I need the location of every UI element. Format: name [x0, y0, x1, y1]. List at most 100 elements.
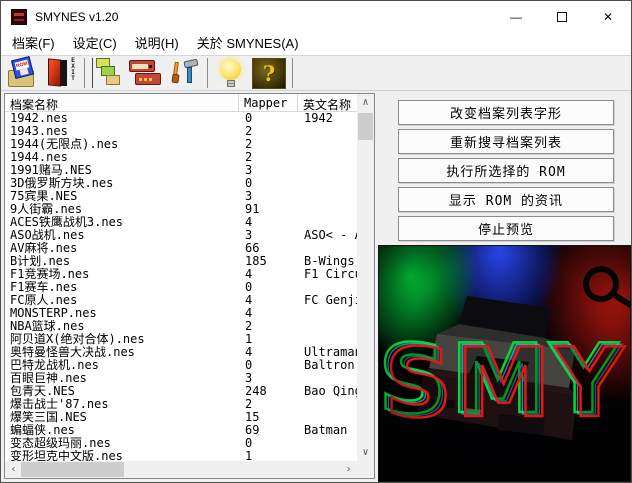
vertical-scrollbar[interactable]: ∧ ∨ [357, 94, 374, 461]
table-row[interactable]: 爆击战士'87.nes2 [5, 398, 357, 411]
cell-eng: F1 Circus [298, 268, 357, 281]
menu-item-3[interactable]: 关於 SMYNES(A) [188, 32, 308, 55]
action-button-0[interactable]: 改变档案列表字形 [398, 100, 614, 125]
cell-name: 变态超级玛丽.nes [5, 437, 239, 450]
cell-eng [298, 203, 357, 216]
table-row[interactable]: NBA篮球.nes2 [5, 320, 357, 333]
rom-floppy-icon: ROM [7, 58, 39, 88]
cell-name: 1991赌马.NES [5, 164, 239, 177]
vertical-scroll-thumb[interactable] [358, 113, 373, 140]
table-row[interactable]: 1943.nes2 [5, 125, 357, 138]
column-header-english[interactable]: 英文名称 [298, 94, 357, 111]
table-row[interactable]: ASO战机.nes3ASO< - Ar [5, 229, 357, 242]
table-row[interactable]: ACES铁鹰战机3.nes4 [5, 216, 357, 229]
cell-name: 1944.nes [5, 151, 239, 164]
cell-name: MONSTERP.nes [5, 307, 239, 320]
cell-name: 9人街霸.nes [5, 203, 239, 216]
cell-name: 奥特曼怪兽大决战.nes [5, 346, 239, 359]
question-mark-icon: ? [252, 58, 286, 89]
action-button-2[interactable]: 执行所选择的 ROM [398, 158, 614, 183]
menu-item-2[interactable]: 说明(H) [126, 32, 188, 55]
tools-icon [168, 58, 200, 88]
cell-map: 1 [239, 450, 298, 461]
caption-buttons: — ✕ [493, 1, 631, 32]
cell-eng: Batman [298, 424, 357, 437]
cell-eng [298, 320, 357, 333]
toolbar: ROM E X I T [1, 56, 631, 91]
cell-name: ACES铁鹰战机3.nes [5, 216, 239, 229]
table-row[interactable]: 奥特曼怪兽大决战.nes4Ultraman [5, 346, 357, 359]
cell-eng [298, 333, 357, 346]
light-bulb-icon [216, 58, 246, 88]
scroll-left-icon[interactable]: ‹ [5, 461, 22, 478]
table-row[interactable]: 包青天.NES248Bao Qing [5, 385, 357, 398]
cell-name: NBA篮球.nes [5, 320, 239, 333]
table-row[interactable]: B计划.nes185B-Wings [5, 255, 357, 268]
settings-button[interactable] [165, 57, 203, 90]
table-row[interactable]: 75宾果.NES3 [5, 190, 357, 203]
close-button[interactable]: ✕ [585, 1, 631, 32]
preview-toggle-button[interactable] [212, 57, 250, 90]
table-row[interactable]: 1991赌马.NES3 [5, 164, 357, 177]
cell-eng [298, 138, 357, 151]
run-console-button[interactable] [127, 57, 165, 90]
menu-item-1[interactable]: 设定(C) [64, 32, 126, 55]
cell-eng [298, 437, 357, 450]
table-row[interactable]: 3D俄罗斯方块.nes0 [5, 177, 357, 190]
table-row[interactable]: 变形坦克中文版.nes1 [5, 450, 357, 461]
exit-button[interactable]: E X I T [42, 57, 80, 90]
table-row[interactable]: 百眼巨神.nes3 [5, 372, 357, 385]
about-button[interactable]: ? [250, 57, 288, 90]
table-row[interactable]: 9人街霸.nes91 [5, 203, 357, 216]
famicom-console-icon [129, 58, 163, 88]
column-header-filename[interactable]: 档案名称 [5, 94, 239, 111]
scroll-up-icon[interactable]: ∧ [357, 94, 374, 111]
cell-eng [298, 411, 357, 424]
cell-name: F1赛车.nes [5, 281, 239, 294]
table-row[interactable]: 1944(无限点).nes2 [5, 138, 357, 151]
folder-tree-icon [92, 58, 124, 88]
table-row[interactable]: F1赛车.nes0 [5, 281, 357, 294]
table-row[interactable]: 1942.nes01942 [5, 112, 357, 125]
minimize-button[interactable]: — [493, 1, 539, 32]
cell-eng [298, 242, 357, 255]
column-header-mapper[interactable]: Mapper [239, 94, 298, 111]
file-list-rows: 1942.nes019421943.nes21944(无限点).nes21944… [5, 112, 357, 461]
cell-name: 75宾果.NES [5, 190, 239, 203]
toolbar-separator [207, 58, 208, 88]
table-row[interactable]: FC原人.nes4FC Genjin [5, 294, 357, 307]
table-row[interactable]: 爆笑三国.NES15 [5, 411, 357, 424]
action-button-1[interactable]: 重新搜寻档案列表 [398, 129, 614, 154]
table-row[interactable]: 变态超级玛丽.nes0 [5, 437, 357, 450]
cell-name: 3D俄罗斯方块.nes [5, 177, 239, 190]
table-row[interactable]: 巴特龙战机.nes0Baltron [5, 359, 357, 372]
titlebar: SMYNES v1.20 — ✕ [1, 1, 631, 32]
maximize-button[interactable] [539, 1, 585, 32]
table-row[interactable]: 蝙蝠侠.nes69Batman [5, 424, 357, 437]
browse-folders-button[interactable] [89, 57, 127, 90]
cell-eng [298, 177, 357, 190]
table-row[interactable]: MONSTERP.nes4 [5, 307, 357, 320]
rom-preview-image: SMY SMY SMY [378, 245, 631, 482]
action-button-4[interactable]: 停止预览 [398, 216, 614, 241]
rom-file-list: 档案名称 Mapper 英文名称 1942.nes019421943.nes21… [4, 93, 375, 479]
table-row[interactable]: 阿贝道X(绝对合体).nes1 [5, 333, 357, 346]
cell-eng [298, 190, 357, 203]
action-button-3[interactable]: 显示 ROM 的资讯 [398, 187, 614, 212]
app-window: SMYNES v1.20 — ✕ 档案(F)设定(C)说明(H)关於 SMYNE… [0, 0, 632, 483]
table-row[interactable]: AV麻将.nes66 [5, 242, 357, 255]
horizontal-scrollbar[interactable]: ‹ › [5, 461, 357, 478]
cell-name: 包青天.NES [5, 385, 239, 398]
cell-name: 1944(无限点).nes [5, 138, 239, 151]
menu-item-0[interactable]: 档案(F) [3, 32, 64, 55]
table-row[interactable]: 1944.nes2 [5, 151, 357, 164]
horizontal-scroll-thumb[interactable] [21, 462, 124, 477]
scroll-right-icon[interactable]: › [340, 461, 357, 478]
table-row[interactable]: F1竞赛场.nes4F1 Circus [5, 268, 357, 281]
cell-eng: Baltron [298, 359, 357, 372]
open-rom-button[interactable]: ROM [4, 57, 42, 90]
cell-eng [298, 281, 357, 294]
action-panel: 改变档案列表字形重新搜寻档案列表执行所选择的 ROM 显示 ROM 的资讯停止预览 [398, 100, 614, 245]
scroll-down-icon[interactable]: ∨ [357, 444, 374, 461]
cell-name: 1942.nes [5, 112, 239, 125]
